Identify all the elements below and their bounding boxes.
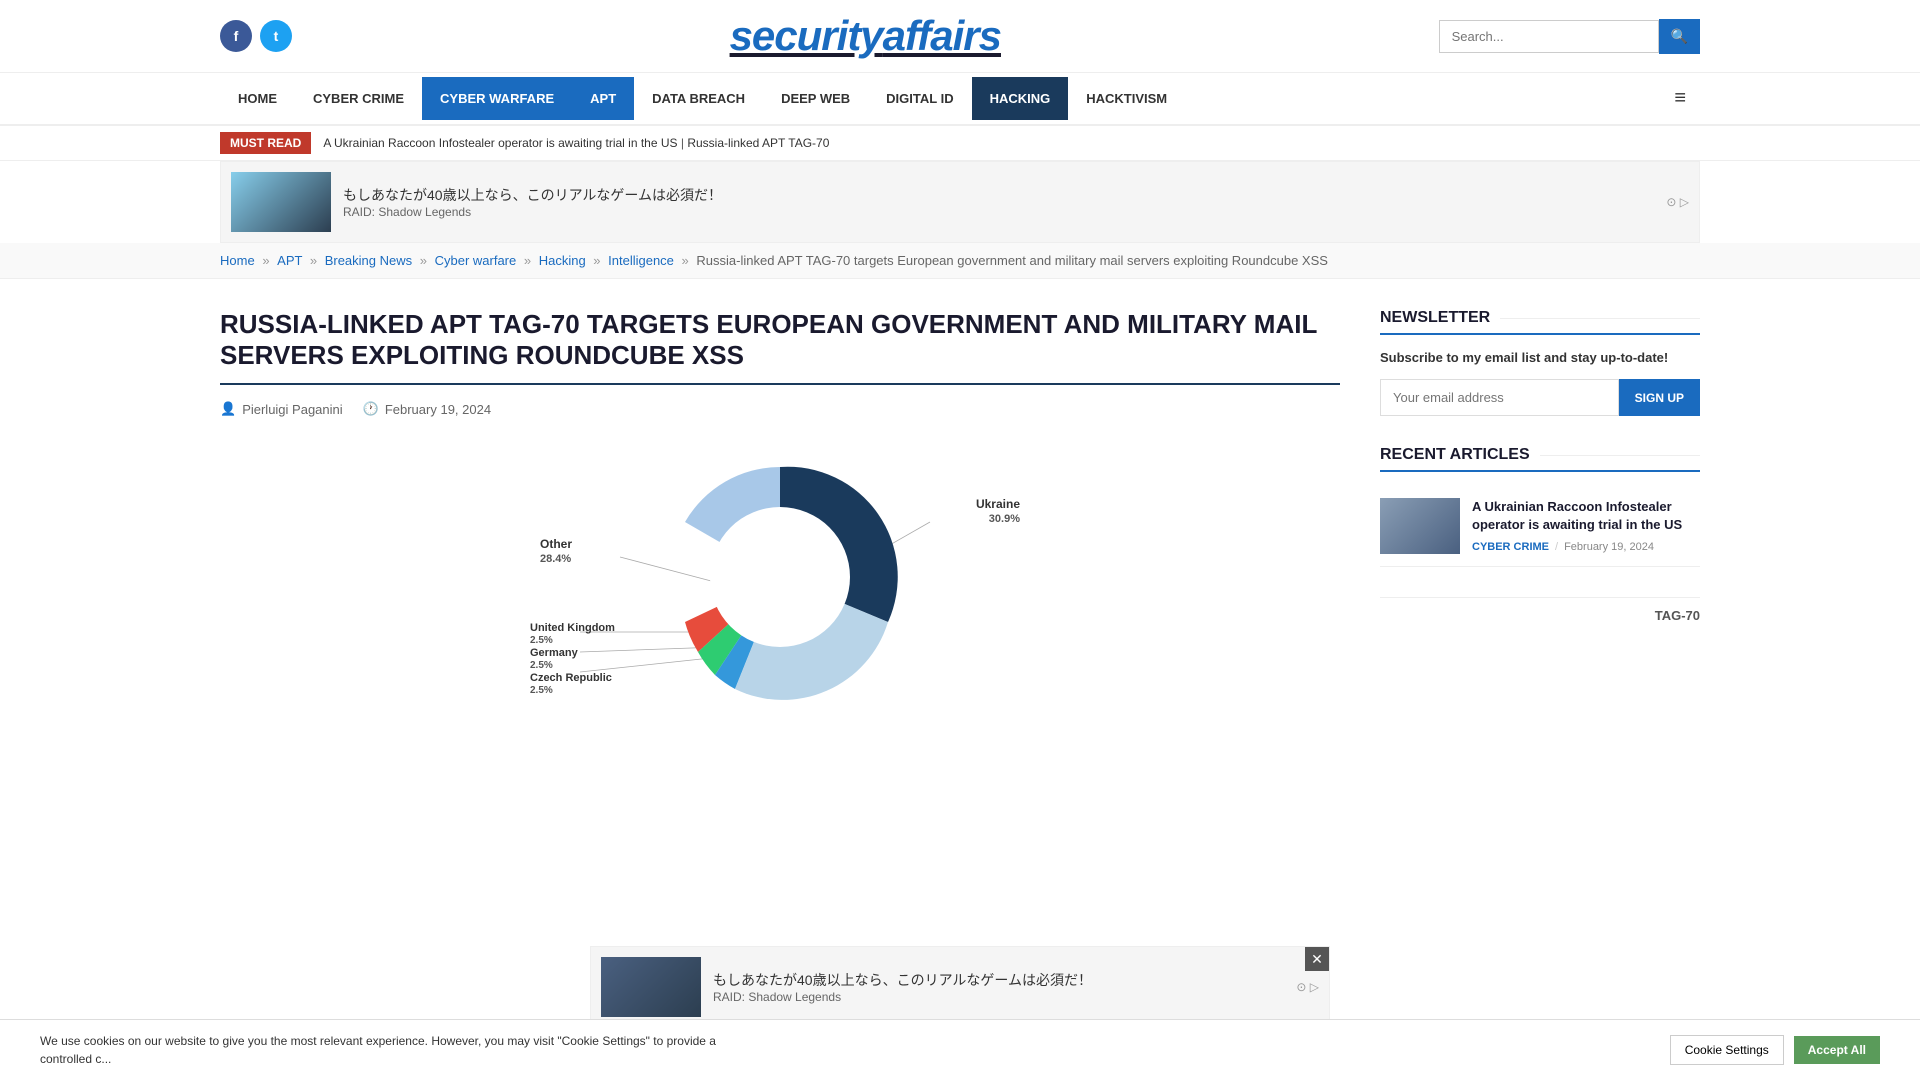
article-content: RUSSIA-LINKED APT TAG-70 TARGETS EUROPEA… — [220, 309, 1340, 757]
nav-cyber-crime[interactable]: CYBER CRIME — [295, 77, 422, 120]
logo-part1: security — [730, 12, 883, 59]
newsletter-section: NEWSLETTER Subscribe to my email list an… — [1380, 309, 1700, 416]
newsletter-form: SIGN UP — [1380, 379, 1700, 416]
bottom-ad-icons: ⊙ ▷ — [1296, 980, 1319, 994]
recent-article-meta: CYBER CRIME / February 19, 2024 — [1472, 541, 1700, 553]
breadcrumb: Home » APT » Breaking News » Cyber warfa… — [0, 243, 1920, 279]
recent-article-date: February 19, 2024 — [1564, 541, 1654, 553]
breadcrumb-apt[interactable]: APT — [277, 253, 302, 268]
cookie-actions: Cookie Settings Accept All — [1670, 1035, 1880, 1065]
recent-articles-title: RECENT ARTICLES — [1380, 446, 1700, 472]
breaking-news-link-2[interactable]: Russia-linked APT TAG-70 — [687, 136, 829, 150]
article-date: 🕐 February 19, 2024 — [363, 401, 491, 417]
breadcrumb-hacking[interactable]: Hacking — [539, 253, 586, 268]
nav-digital-id[interactable]: DIGITAL ID — [868, 77, 971, 120]
ad-text: もしあなたが40歳以上なら、このリアルなゲームは必須だ！ — [343, 185, 722, 205]
nav-cyber-warfare[interactable]: CYBER WARFARE — [422, 77, 572, 120]
search-input[interactable] — [1439, 20, 1659, 53]
sidebar: NEWSLETTER Subscribe to my email list an… — [1380, 309, 1700, 757]
newsletter-desc: Subscribe to my email list and stay up-t… — [1380, 349, 1700, 367]
clock-icon: 🕐 — [363, 401, 379, 417]
breadcrumb-home[interactable]: Home — [220, 253, 255, 268]
ad-sub-text: RAID: Shadow Legends — [343, 205, 722, 219]
breaking-news-bar: MUST READ A Ukrainian Raccoon Infosteale… — [0, 126, 1920, 161]
nav-data-breach[interactable]: DATA BREACH — [634, 77, 763, 120]
social-links: f t — [220, 20, 292, 52]
main-container: RUSSIA-LINKED APT TAG-70 TARGETS EUROPEA… — [0, 279, 1920, 787]
recent-article-thumbnail — [1380, 498, 1460, 554]
nav-deep-web[interactable]: DEEP WEB — [763, 77, 868, 120]
article-author: 👤 Pierluigi Paganini — [220, 401, 343, 417]
chart-label-other: Other 28.4% — [540, 537, 572, 565]
bottom-ad-close-button[interactable]: ✕ — [1305, 947, 1329, 971]
main-nav: HOME CYBER CRIME CYBER WARFARE APT DATA … — [0, 73, 1920, 126]
chart-label-czech: Czech Republic 2.5% — [530, 672, 612, 696]
breadcrumb-intelligence[interactable]: Intelligence — [608, 253, 674, 268]
ad-image — [231, 172, 331, 232]
chart-label-uk: United Kingdom 2.5% — [530, 622, 615, 646]
breadcrumb-breaking-news[interactable]: Breaking News — [325, 253, 412, 268]
cookie-consent-text: We use cookies on our website to give yo… — [40, 1032, 740, 1068]
ad-content: もしあなたが40歳以上なら、このリアルなゲームは必須だ！ RAID: Shado… — [343, 185, 722, 219]
chart-wrapper: Other 28.4% — [530, 437, 1030, 737]
recent-article-item: A Ukrainian Raccoon Infostealer operator… — [1380, 486, 1700, 567]
cookie-settings-button[interactable]: Cookie Settings — [1670, 1035, 1784, 1065]
chart-label-ukraine: Ukraine 30.9% — [976, 497, 1020, 525]
cookie-consent-bar: We use cookies on our website to give yo… — [0, 1019, 1920, 1080]
chart-label-germany: Germany 2.5% — [530, 647, 578, 671]
chart-container: Other 28.4% — [220, 437, 1340, 737]
breaking-news-text: A Ukrainian Raccoon Infostealer operator… — [323, 136, 1700, 150]
bottom-ad-text: もしあなたが40歳以上なら、このリアルなゲームは必須だ！ — [713, 970, 1092, 990]
facebook-icon[interactable]: f — [220, 20, 252, 52]
twitter-icon[interactable]: t — [260, 20, 292, 52]
article-title: RUSSIA-LINKED APT TAG-70 TARGETS EUROPEA… — [220, 309, 1340, 385]
logo-part2: affairs — [883, 12, 1001, 59]
must-read-badge: MUST READ — [220, 132, 311, 154]
nav-hacktivism[interactable]: HACKTIVISM — [1068, 77, 1185, 120]
search-button[interactable]: 🔍 — [1659, 19, 1700, 54]
breadcrumb-current: Russia-linked APT TAG-70 targets Europea… — [696, 253, 1328, 268]
nav-hacking[interactable]: HACKING — [972, 77, 1069, 120]
date-text: February 19, 2024 — [385, 402, 491, 417]
search-form: 🔍 — [1439, 19, 1700, 54]
breadcrumb-cyber-warfare[interactable]: Cyber warfare — [435, 253, 517, 268]
ad-banner-top: もしあなたが40歳以上なら、このリアルなゲームは必須だ！ RAID: Shado… — [220, 161, 1700, 243]
site-logo[interactable]: securityaffairs — [292, 12, 1439, 60]
newsletter-title: NEWSLETTER — [1380, 309, 1700, 335]
bottom-ad-banner: もしあなたが40歳以上なら、このリアルなゲームは必須だ！ RAID: Shado… — [590, 946, 1330, 1028]
donut-chart-svg — [630, 437, 930, 717]
cookie-accept-button[interactable]: Accept All — [1794, 1036, 1880, 1064]
tag-label: TAG-70 — [1380, 597, 1700, 623]
bottom-ad-sub: RAID: Shadow Legends — [713, 990, 1092, 1004]
recent-article-title[interactable]: A Ukrainian Raccoon Infostealer operator… — [1472, 498, 1700, 534]
recent-articles-section: RECENT ARTICLES A Ukrainian Raccoon Info… — [1380, 446, 1700, 567]
author-icon: 👤 — [220, 401, 236, 417]
author-name: Pierluigi Paganini — [242, 402, 342, 417]
newsletter-email-input[interactable] — [1380, 379, 1619, 416]
hamburger-menu-icon[interactable]: ≡ — [1660, 73, 1700, 124]
nav-home[interactable]: HOME — [220, 77, 295, 120]
breaking-news-link-1[interactable]: A Ukrainian Raccoon Infostealer operator… — [323, 136, 677, 150]
bottom-ad-image — [601, 957, 701, 1017]
bottom-ad-content: もしあなたが40歳以上なら、このリアルなゲームは必須だ！ RAID: Shado… — [713, 970, 1092, 1004]
nav-apt[interactable]: APT — [572, 77, 634, 120]
site-header: f t securityaffairs 🔍 — [0, 0, 1920, 73]
newsletter-signup-button[interactable]: SIGN UP — [1619, 379, 1700, 416]
recent-article-category[interactable]: CYBER CRIME — [1472, 541, 1549, 553]
ad-icons: ⊙ ▷ — [1666, 195, 1689, 209]
recent-article-info: A Ukrainian Raccoon Infostealer operator… — [1472, 498, 1700, 552]
logo-text: securityaffairs — [730, 12, 1001, 59]
article-meta: 👤 Pierluigi Paganini 🕐 February 19, 2024 — [220, 401, 1340, 417]
